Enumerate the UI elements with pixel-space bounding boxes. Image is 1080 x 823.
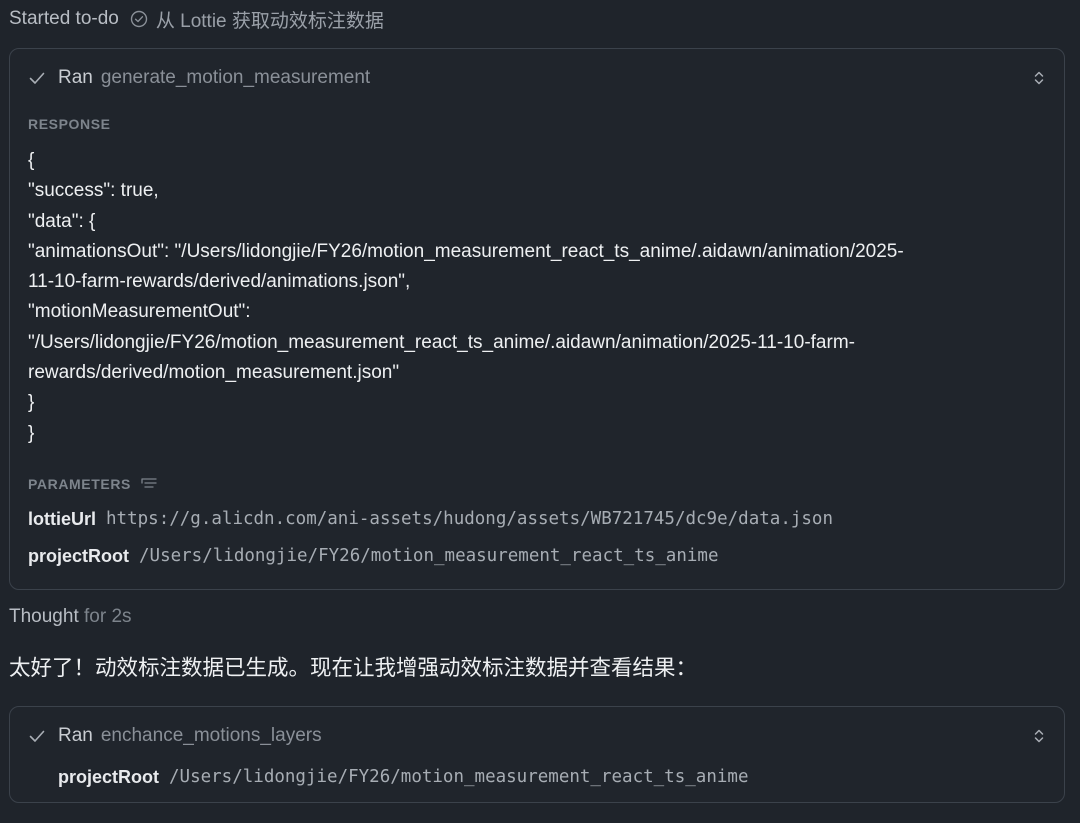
tool-call-verb: Ran [58, 725, 93, 746]
tool-call-name: enchance_motions_layers [100, 725, 322, 746]
assistant-message: 太好了！动效标注数据已生成。现在让我增强动效标注数据并查看结果： [9, 656, 698, 680]
response-label: RESPONSE [28, 116, 111, 132]
response-line: rewards/derived/motion_measurement.json" [28, 362, 400, 384]
response-line: } [28, 392, 35, 414]
chevron-up-down-icon[interactable] [1032, 69, 1046, 87]
parameter-value: /Users/lidongjie/FY26/motion_measurement… [139, 546, 719, 566]
parameter-key: lottieUrl [28, 508, 97, 529]
response-line: "success": true, [28, 180, 159, 202]
parameter-key: projectRoot [28, 545, 129, 566]
response-line: "animationsOut": "/Users/lidongjie/FY26/… [28, 240, 904, 262]
parameter-key: projectRoot [58, 766, 159, 787]
response-line: "data": { [28, 210, 96, 232]
thought-duration: for 2s [84, 606, 132, 627]
todo-title: 从 Lottie 获取动效标注数据 [155, 10, 384, 32]
response-label-text: RESPONSE [28, 116, 111, 132]
parameter-row-lottieurl: lottieUrl https://g.alicdn.com/ani-asset… [28, 506, 833, 532]
check-icon [29, 72, 45, 84]
parameters-label: PARAMETERS [28, 476, 157, 492]
response-line: } [28, 422, 35, 444]
todo-status-text: Started to-do [9, 8, 119, 29]
todo-status-line: Started to-do 从 Lottie 获取动效标注数据 [9, 6, 384, 32]
thought-indicator[interactable]: Thought for 2s [9, 606, 132, 628]
tool-call-name: generate_motion_measurement [100, 67, 371, 88]
tool-call-verb: Ran [58, 67, 93, 88]
parameter-row-projectroot: projectRoot /Users/lidongjie/FY26/motion… [58, 764, 748, 790]
parameter-value: /Users/lidongjie/FY26/motion_measurement… [169, 767, 749, 787]
response-line: 11-10-farm-rewards/derived/animations.js… [28, 271, 411, 293]
chevron-up-down-icon[interactable] [1032, 727, 1046, 745]
check-icon [29, 730, 45, 742]
response-line: "motionMeasurementOut": [28, 301, 251, 323]
parameter-row-projectroot: projectRoot /Users/lidongjie/FY26/motion… [28, 543, 718, 569]
check-circle-icon [130, 10, 148, 28]
response-line: "/Users/lidongjie/FY26/motion_measuremen… [28, 331, 855, 353]
tool-call-header[interactable]: Ran enchance_motions_layers [28, 723, 1046, 749]
tool-call-header[interactable]: Ran generate_motion_measurement [28, 65, 1046, 91]
response-body: { "success": true, "data": { "animations… [28, 146, 1048, 449]
parameters-label-text: PARAMETERS [28, 476, 131, 492]
list-icon[interactable] [141, 477, 157, 491]
thought-label: Thought [9, 606, 79, 627]
tool-call-card-enchance: Ran enchance_motions_layers projectRoot … [9, 706, 1065, 803]
tool-call-card-generate: Ran generate_motion_measurement RESPONSE… [9, 48, 1065, 590]
response-line: { [28, 150, 35, 171]
parameter-value: https://g.alicdn.com/ani-assets/hudong/a… [106, 509, 833, 529]
